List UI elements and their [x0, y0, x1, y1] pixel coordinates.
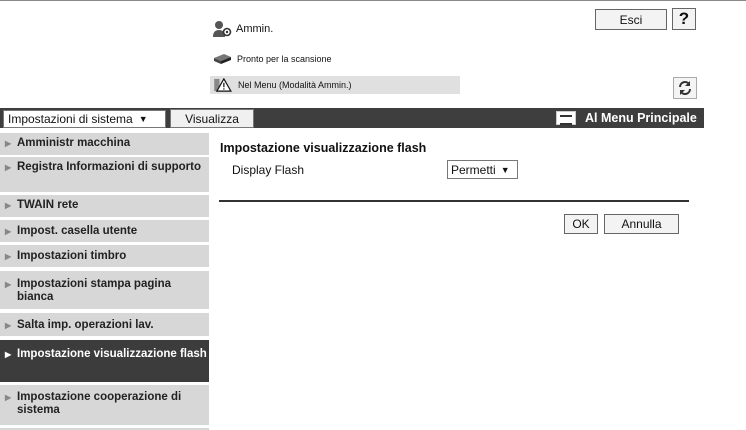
system-settings-select[interactable]: Impostazioni di sistema ▼: [3, 110, 166, 128]
triangle-right-icon: ▶: [5, 321, 12, 330]
scan-status: Pronto per la scansione: [212, 51, 332, 67]
view-button[interactable]: Visualizza: [170, 109, 254, 128]
cancel-button[interactable]: Annulla: [604, 214, 679, 234]
admin-user-icon: [213, 21, 232, 37]
user-name: Ammin.: [236, 23, 274, 35]
system-settings-select-value: Impostazioni di sistema: [8, 112, 133, 126]
sidebar-item-label: Amministr macchina: [17, 137, 131, 149]
sidebar-item-label: Impostazione visualizzazione flash: [17, 348, 207, 360]
triangle-right-icon: ▶: [5, 201, 12, 210]
sidebar-item-label: Impostazioni stampa pagina bianca: [17, 278, 171, 303]
sidebar-item-amministr-macchina[interactable]: ▶ Amministr macchina: [0, 133, 209, 155]
main-menu-label: Al Menu Principale: [585, 111, 697, 125]
sidebar-item-casella-utente[interactable]: ▶ Impost. casella utente: [0, 220, 209, 242]
chevron-down-icon: ▼: [138, 114, 148, 124]
display-flash-select[interactable]: Permetti ▼: [447, 160, 518, 179]
sidebar-item-impostazioni-timbro[interactable]: ▶ Impostazioni timbro: [0, 245, 209, 267]
display-flash-value: Permetti: [451, 162, 496, 177]
triangle-right-icon: ▶: [5, 163, 12, 172]
scanner-icon: [214, 54, 231, 64]
sidebar-item-salta-operazioni[interactable]: ▶ Salta imp. operazioni lav.: [0, 313, 209, 336]
sidebar-item-registra-informazioni[interactable]: ▶ Registra Informazioni di supporto: [0, 157, 209, 192]
top-border: [0, 0, 746, 1]
page-title: Impostazione visualizzazione flash: [220, 141, 427, 155]
sidebar-item-stampa-pagina-bianca[interactable]: ▶ Impostazioni stampa pagina bianca: [0, 271, 209, 309]
warning-icon: [214, 78, 232, 92]
chevron-down-icon: ▼: [500, 164, 510, 175]
refresh-icon: [679, 81, 691, 95]
sidebar-item-visualizzazione-flash[interactable]: ▶ Impostazione visualizzazione flash: [0, 340, 209, 382]
triangle-right-icon: ▶: [5, 393, 12, 402]
mode-status-text: Nel Menu (Modalità Ammin.): [238, 80, 352, 90]
mode-status: Nel Menu (Modalità Ammin.): [210, 76, 460, 94]
refresh-button[interactable]: [673, 77, 697, 99]
divider: [219, 200, 689, 202]
user-info: Ammin.: [212, 18, 273, 40]
menu-screen-icon: [556, 111, 576, 125]
triangle-right-icon: ▶: [5, 139, 12, 148]
help-button[interactable]: ?: [672, 8, 696, 30]
triangle-right-icon: ▶: [5, 350, 12, 359]
ok-button[interactable]: OK: [564, 214, 598, 234]
sidebar-item-label: Impost. casella utente: [17, 225, 138, 237]
triangle-right-icon: ▶: [5, 227, 12, 236]
sidebar: ▶ Amministr macchina ▶ Registra Informaz…: [0, 133, 209, 430]
sidebar-item-label: Salta imp. operazioni lav.: [17, 319, 154, 331]
sidebar-item-label: Registra Informazioni di supporto: [17, 161, 202, 173]
main-menu-link[interactable]: Al Menu Principale: [556, 109, 697, 127]
scan-status-text: Pronto per la scansione: [237, 54, 332, 64]
sidebar-item-label: Impostazione cooperazione di sistema: [17, 391, 182, 416]
sidebar-item-twain-rete[interactable]: ▶ TWAIN rete: [0, 195, 209, 217]
sidebar-item-label: Impostazioni timbro: [17, 250, 127, 262]
display-flash-label: Display Flash: [232, 163, 305, 177]
sidebar-item-label: TWAIN rete: [17, 199, 79, 211]
sidebar-item-cooperazione-sistema[interactable]: ▶ Impostazione cooperazione di sistema: [0, 385, 209, 425]
logout-button[interactable]: Esci: [595, 9, 667, 30]
triangle-right-icon: ▶: [5, 280, 12, 289]
triangle-right-icon: ▶: [5, 252, 12, 261]
